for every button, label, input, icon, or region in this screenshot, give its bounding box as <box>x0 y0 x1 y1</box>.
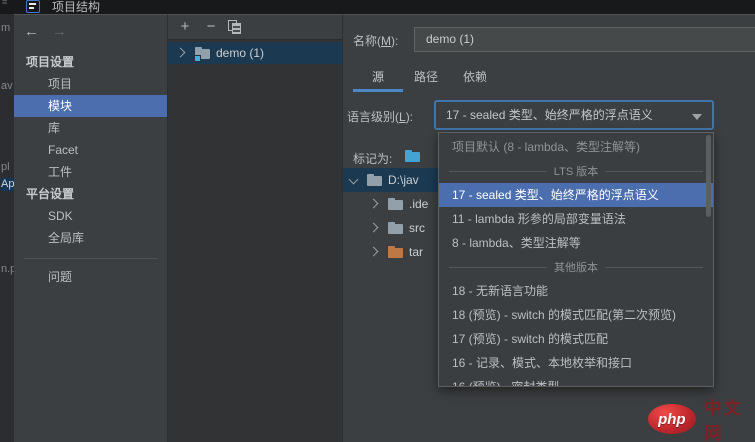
dropdown-option[interactable]: 18 (预览) - switch 的模式匹配(第二次预览) <box>439 303 713 327</box>
php-logo: php <box>648 404 696 434</box>
chevron-right-icon[interactable] <box>368 222 379 233</box>
sidebar-item[interactable]: 工件 <box>14 161 167 183</box>
language-level-combobox[interactable]: 17 - sealed 类型、始终严格的浮点语义 <box>434 100 714 130</box>
name-label: 名称(M): <box>353 34 399 48</box>
dropdown-option[interactable]: 16 - 记录、模式、本地枚举和接口 <box>439 351 713 375</box>
watermark-site-name: 中文网 <box>704 399 743 442</box>
modules-panel: + − demo (1) <box>167 14 342 442</box>
mark-as-label: 标记为: <box>353 152 393 166</box>
chevron-down-icon[interactable] <box>692 114 702 120</box>
remove-icon[interactable]: − <box>202 18 220 36</box>
dropdown-separator: 其他版本 <box>439 255 713 279</box>
tree-item-label: .ide <box>409 197 429 211</box>
module-name-input[interactable]: demo (1) <box>414 27 755 52</box>
settings-sidebar: ← → 项目设置项目 模块库 Facet 工件平台设置 SDK 全局库问题 <box>14 14 167 442</box>
sidebar-item[interactable]: 全局库 <box>14 227 167 249</box>
tree-item-label: tar <box>409 245 424 259</box>
details-tabs: 源路径 依赖 <box>353 67 501 92</box>
sidebar-item[interactable]: 项目 <box>14 73 167 95</box>
dropdown-separator: LTS 版本 <box>439 159 713 183</box>
dialog-window-icon <box>26 0 40 13</box>
folder-icon <box>388 198 403 211</box>
module-folder-icon <box>194 47 210 62</box>
back-arrow-icon[interactable]: ← <box>24 23 39 40</box>
background-menu-fragment: ≡ <box>2 0 8 7</box>
chevron-right-icon[interactable] <box>368 198 379 209</box>
dropdown-options-list: 项目默认 (8 - lambda、类型注解等) LTS 版本 17 - sealed… <box>439 135 713 386</box>
dialog-titlebar: ≡ 项目结构 <box>0 0 755 14</box>
sidebar-item[interactable]: 问题 <box>14 266 167 288</box>
dropdown-option[interactable]: 项目默认 (8 - lambda、类型注解等) <box>439 135 713 159</box>
language-level-value: 17 - sealed 类型、始终严格的浮点语义 <box>446 108 653 122</box>
folder-icon <box>367 174 382 187</box>
watermark: php 中文网 <box>648 394 755 442</box>
dropdown-option[interactable]: 8 - lambda、类型注解等 <box>439 231 713 255</box>
tree-item-label: src <box>409 221 425 235</box>
background-ide-strip: m av pl Ap n.p <box>0 14 17 442</box>
module-tree-row[interactable]: demo (1) <box>168 42 342 64</box>
module-details-panel: 名称(M): demo (1) 源路径 依赖 语言级别(L): 17 - seal… <box>342 14 755 442</box>
folder-icon <box>388 222 403 235</box>
sidebar-item[interactable]: 库 <box>14 117 167 139</box>
tab-sources[interactable]: 源 <box>353 67 403 92</box>
history-nav: ← → <box>14 22 167 44</box>
chevron-right-icon[interactable] <box>368 246 379 257</box>
sidebar-item[interactable]: Facet <box>14 139 167 161</box>
background-text-fragment: pl <box>1 161 10 173</box>
copy-icon[interactable] <box>228 20 242 35</box>
dropdown-scrollbar[interactable] <box>706 135 711 217</box>
project-structure-dialog: ≡ 项目结构 m av pl Ap n.p ← → 项目设置 项目 模块库 Facet 工件 平台… <box>0 0 755 442</box>
tab-dependencies[interactable]: 依赖 <box>449 67 501 89</box>
sidebar-item[interactable]: SDK <box>14 205 167 227</box>
chevron-right-icon[interactable] <box>175 47 186 58</box>
sidebar-section-header: 平台设置 <box>26 187 75 201</box>
dropdown-option[interactable]: 17 (预览) - switch 的模式匹配 <box>439 327 713 351</box>
language-level-label: 语言级别(L): <box>347 110 414 124</box>
dropdown-option[interactable]: 11 - lambda 形参的局部变量语法 <box>439 207 713 231</box>
chevron-down-icon[interactable] <box>348 174 359 185</box>
language-level-dropdown: 项目默认 (8 - lambda、类型注解等) LTS 版本 17 - sealed… <box>438 132 714 387</box>
background-text-fragment: av <box>1 80 13 92</box>
sidebar-item[interactable]: 模块 <box>14 95 167 117</box>
sidebar-list: 项目设置项目 模块库 Facet 工件平台设置 SDK 全局库问题 <box>14 51 167 288</box>
dropdown-option[interactable]: 16 (预览) - 密封类型 <box>439 375 713 386</box>
modules-toolbar: + − <box>168 15 342 40</box>
dialog-title: 项目结构 <box>52 0 101 14</box>
forward-arrow-icon: → <box>52 23 67 40</box>
tab-paths[interactable]: 路径 <box>403 67 449 89</box>
excluded-folder-icon <box>388 246 403 259</box>
background-text-fragment: m <box>1 22 11 34</box>
add-icon[interactable]: + <box>176 18 194 36</box>
dropdown-option[interactable]: 18 - 无新语言功能 <box>439 279 713 303</box>
sources-folder-icon[interactable] <box>405 150 420 163</box>
tree-item-label: D:\jav <box>388 173 419 187</box>
sidebar-section-header: 项目设置 <box>26 55 75 69</box>
sidebar-divider <box>24 258 157 259</box>
dropdown-option[interactable]: 17 - sealed 类型、始终严格的浮点语义 <box>439 183 713 207</box>
module-name: demo (1) <box>216 46 265 60</box>
